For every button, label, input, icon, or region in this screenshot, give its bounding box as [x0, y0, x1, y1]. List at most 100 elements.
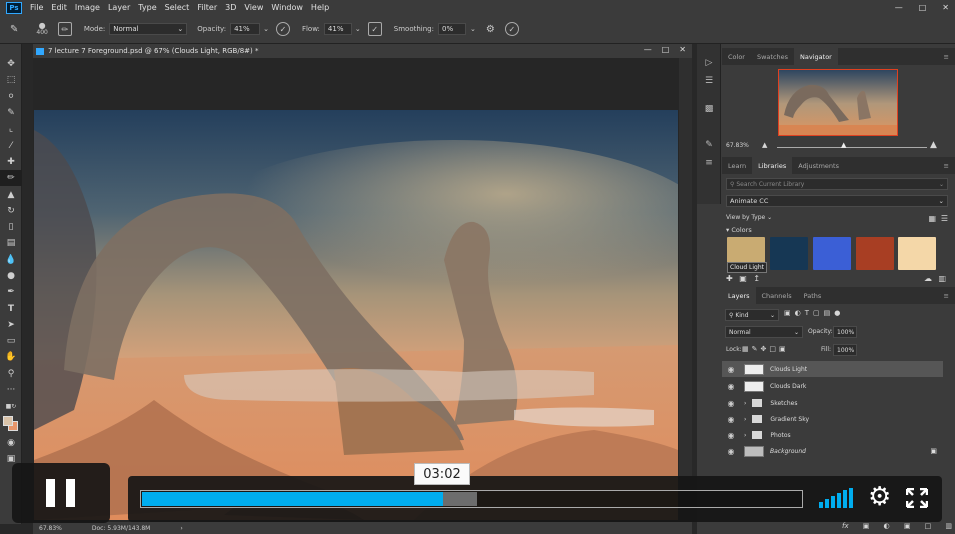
chevron-down-icon[interactable]: ⌄	[470, 25, 476, 33]
maximize-icon[interactable]: □	[662, 45, 670, 54]
adjustment-filter-icon[interactable]: ◐	[795, 309, 805, 317]
more-tools-icon[interactable]: ···	[0, 382, 22, 398]
menu-window[interactable]: Window	[267, 3, 307, 12]
history-brush-tool-icon[interactable]: ↻	[0, 203, 22, 219]
menu-view[interactable]: View	[240, 3, 267, 12]
eyedropper-tool-icon[interactable]: ⁄	[0, 137, 22, 153]
brush-settings-icon[interactable]: ✏	[57, 22, 72, 36]
chevron-right-icon[interactable]: ›	[744, 400, 746, 407]
zoom-in-icon[interactable]: ▲	[930, 140, 937, 150]
default-colors-icon[interactable]: ■↻	[0, 398, 22, 414]
marquee-tool-icon[interactable]: ⬚	[0, 72, 22, 88]
filter-toggle-icon[interactable]: ●	[834, 309, 844, 317]
eye-icon[interactable]: ◉	[722, 447, 740, 456]
fullscreen-icon[interactable]	[905, 487, 929, 509]
airbrush-icon[interactable]: ✓	[367, 22, 382, 36]
gradient-tool-icon[interactable]: ▤	[0, 235, 22, 251]
adjust-sliders-icon[interactable]: ≡	[697, 154, 721, 172]
crop-tool-icon[interactable]: ⌞	[0, 121, 22, 137]
lock-transparent-icon[interactable]: ▦	[742, 345, 752, 353]
histogram-icon[interactable]: ▩	[697, 100, 721, 118]
quick-select-tool-icon[interactable]: ✎	[0, 105, 22, 121]
canvas-artwork[interactable]	[34, 110, 678, 520]
menu-filter[interactable]: Filter	[193, 3, 221, 12]
lock-artboard-icon[interactable]: □	[769, 345, 779, 353]
layer-row[interactable]: ◉ Clouds Light	[722, 361, 943, 377]
library-select[interactable]: Animate CC ⌄	[726, 195, 948, 207]
minimize-icon[interactable]: —	[895, 3, 903, 12]
move-tool-icon[interactable]: ✥	[0, 56, 22, 72]
colors-section-header[interactable]: ▾ Colors	[726, 226, 752, 234]
vertical-scrollbar[interactable]	[679, 58, 692, 520]
library-swatch-3[interactable]	[813, 237, 851, 270]
fx-icon[interactable]: fx	[842, 522, 849, 532]
pressure-size-icon[interactable]: ✓	[504, 22, 519, 36]
brushes-icon[interactable]: ✎	[697, 136, 721, 154]
layer-row[interactable]: ◉ Background ▣	[722, 443, 943, 459]
layer-kind-filter[interactable]: ⚲ Kind ⌄	[725, 309, 779, 321]
upload-icon[interactable]: ↥	[753, 274, 760, 283]
new-layer-icon[interactable]: □	[925, 522, 932, 532]
view-by-type[interactable]: View by Type	[726, 214, 765, 221]
close-icon[interactable]: ✕	[679, 45, 686, 54]
menu-select[interactable]: Select	[161, 3, 194, 12]
shape-filter-icon[interactable]: ▢	[813, 309, 824, 317]
panel-menu-icon[interactable]: ≡	[944, 157, 955, 174]
chevron-down-icon[interactable]: ⌄	[355, 25, 361, 33]
pause-button[interactable]	[12, 463, 110, 523]
zoom-slider-handle[interactable]: ▲	[841, 141, 846, 149]
settings-gear-icon[interactable]: ⚙	[868, 484, 891, 510]
flow-field[interactable]: 41%	[323, 23, 352, 35]
brush-preset-picker[interactable]: ● 400	[36, 22, 47, 37]
menu-edit[interactable]: Edit	[47, 3, 71, 12]
blur-tool-icon[interactable]: 💧	[0, 252, 22, 268]
type-tool-icon[interactable]: T	[0, 300, 22, 316]
path-select-tool-icon[interactable]: ➤	[0, 317, 22, 333]
tab-swatches[interactable]: Swatches	[751, 48, 794, 65]
library-search-input[interactable]: ⚲ Search Current Library ⌄	[726, 178, 948, 190]
tab-paths[interactable]: Paths	[798, 287, 828, 304]
tab-channels[interactable]: Channels	[756, 287, 798, 304]
eye-icon[interactable]: ◉	[722, 382, 740, 391]
adjustment-layer-icon[interactable]: ◐	[884, 522, 890, 532]
library-swatch-5[interactable]	[898, 237, 936, 270]
chevron-down-icon[interactable]: ⌄	[767, 214, 772, 221]
opacity-field[interactable]: 41%	[230, 23, 261, 35]
grid-view-icon[interactable]: ▦	[928, 214, 936, 223]
tab-adjustments[interactable]: Adjustments	[792, 157, 845, 174]
navigator-zoom-value[interactable]: 67.83%	[726, 142, 749, 149]
add-icon[interactable]: ✚	[726, 274, 733, 283]
menu-layer[interactable]: Layer	[104, 3, 134, 12]
eye-icon[interactable]: ◉	[722, 365, 740, 374]
chevron-down-icon[interactable]: ⌄	[263, 25, 269, 33]
lock-pixels-icon[interactable]: ✎	[752, 345, 761, 353]
pen-tool-icon[interactable]: ✒	[0, 284, 22, 300]
quick-mask-icon[interactable]: ◉	[0, 435, 22, 451]
navigator-thumbnail[interactable]	[778, 69, 898, 136]
eye-icon[interactable]: ◉	[722, 399, 740, 408]
tab-color[interactable]: Color	[722, 48, 751, 65]
brush-tool-icon[interactable]: ✎	[10, 24, 18, 35]
shape-tool-icon[interactable]: ▭	[0, 333, 22, 349]
volume-icon[interactable]	[819, 488, 855, 508]
eye-icon[interactable]: ◉	[722, 431, 740, 440]
cloud-sync-icon[interactable]: ☁	[924, 274, 932, 283]
chevron-right-icon[interactable]: ›	[180, 525, 182, 532]
zoom-out-icon[interactable]: ▲	[762, 141, 767, 149]
panel-menu-icon[interactable]: ≡	[944, 287, 955, 304]
blend-mode-select[interactable]: Normal ⌄	[725, 326, 803, 338]
mask-icon[interactable]: ▣	[863, 522, 870, 532]
layer-group-row[interactable]: ◉ › Photos	[722, 427, 943, 443]
pressure-opacity-icon[interactable]: ✓	[275, 22, 290, 36]
close-icon[interactable]: ✕	[942, 3, 949, 12]
video-progress-bar[interactable]	[140, 490, 803, 508]
maximize-icon[interactable]: □	[919, 3, 927, 12]
smart-object-filter-icon[interactable]: ▤	[824, 309, 835, 317]
properties-icon[interactable]: ☰	[697, 72, 721, 90]
gear-icon[interactable]: ⚙	[486, 24, 495, 35]
foreground-color[interactable]	[3, 415, 13, 426]
dodge-tool-icon[interactable]: ●	[0, 268, 22, 284]
menu-help[interactable]: Help	[307, 3, 333, 12]
trash-icon[interactable]: ▥	[938, 274, 946, 283]
document-tab[interactable]: 7 lecture 7 Foreground.psd @ 67% (Clouds…	[33, 44, 692, 58]
